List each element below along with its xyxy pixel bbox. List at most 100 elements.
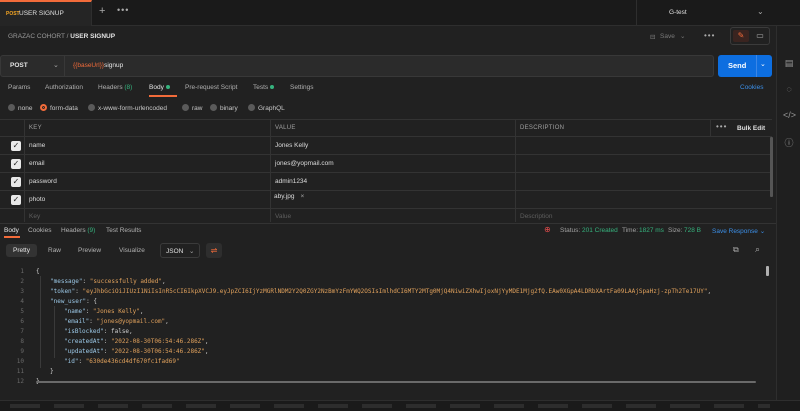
table-cell-key[interactable]: name bbox=[29, 142, 45, 149]
horizontal-scrollbar[interactable] bbox=[36, 381, 756, 383]
code-line: "name": "Jones Kelly", bbox=[64, 308, 144, 315]
new-tab-plus-icon[interactable]: + bbox=[99, 5, 105, 17]
json-key: "new_user" bbox=[50, 298, 87, 305]
copy-icon[interactable]: ⧉ bbox=[733, 245, 739, 255]
radio-raw-label: raw bbox=[192, 105, 203, 112]
tab-body[interactable]: Body bbox=[149, 84, 170, 91]
description-input-placeholder[interactable]: Description bbox=[520, 213, 553, 220]
response-headers-label: Headers bbox=[61, 227, 86, 234]
response-tab-cookies[interactable]: Cookies bbox=[28, 227, 51, 234]
comments-icon[interactable]: ◌ bbox=[783, 84, 795, 96]
row-checkbox[interactable]: ✓ bbox=[11, 177, 21, 187]
table-cell-key[interactable]: email bbox=[29, 160, 45, 167]
json-value: false bbox=[110, 328, 130, 335]
url-input[interactable]: {{baseUrl}}signup bbox=[73, 62, 123, 69]
radio-urlencoded[interactable]: x-www-form-urlencoded bbox=[88, 104, 167, 112]
cookies-link[interactable]: Cookies bbox=[740, 84, 763, 91]
line-number: 2 bbox=[20, 278, 24, 285]
json-value: "successfully added" bbox=[89, 278, 162, 285]
row-checkbox[interactable]: ✓ bbox=[11, 195, 21, 205]
documentation-icon[interactable]: ▤ bbox=[783, 58, 795, 70]
response-tab-body[interactable]: Body bbox=[4, 227, 19, 234]
table-cell-value[interactable]: admin1234 bbox=[275, 178, 307, 185]
radio-binary[interactable]: binary bbox=[210, 104, 238, 112]
wrap-lines-icon[interactable]: ⇌ bbox=[206, 243, 222, 258]
json-key: "updatedAt" bbox=[64, 348, 104, 355]
breadcrumb-collection[interactable]: GRAZAC COHORT bbox=[8, 33, 65, 40]
environment-selector[interactable]: G-test ⌄ bbox=[636, 0, 776, 26]
code-line: { bbox=[36, 268, 40, 275]
json-value: "2022-08-30T06:54:46.286Z" bbox=[110, 338, 205, 345]
row-checkbox[interactable]: ✓ bbox=[11, 141, 21, 151]
response-tab-test-results[interactable]: Test Results bbox=[106, 227, 141, 234]
response-tab-headers[interactable]: Headers (9) bbox=[61, 227, 95, 234]
info-icon[interactable]: ⓘ bbox=[783, 136, 795, 148]
radio-raw[interactable]: raw bbox=[182, 104, 202, 112]
table-border bbox=[0, 190, 772, 191]
radio-none[interactable]: none bbox=[8, 104, 32, 112]
format-preview[interactable]: Preview bbox=[78, 247, 101, 254]
method-select[interactable]: POST ⌄ bbox=[1, 56, 65, 76]
panel-divider[interactable] bbox=[0, 223, 776, 224]
table-border bbox=[0, 119, 772, 120]
chevron-down-icon[interactable]: ⌄ bbox=[760, 60, 766, 68]
table-cell-key[interactable]: photo bbox=[29, 196, 45, 203]
radio-icon bbox=[88, 104, 95, 111]
radio-form-data[interactable]: form-data bbox=[40, 104, 78, 112]
size-value[interactable]: 728 B bbox=[684, 227, 701, 234]
vertical-scrollbar[interactable] bbox=[766, 266, 769, 276]
response-body[interactable]: 1 2 3 4 5 6 7 8 9 10 11 12 { "message": … bbox=[0, 264, 776, 385]
tab-tests[interactable]: Tests bbox=[253, 84, 275, 91]
table-cell-value[interactable]: Jones Kelly bbox=[275, 142, 308, 149]
table-divider bbox=[710, 119, 711, 136]
format-pretty[interactable]: Pretty bbox=[6, 244, 37, 257]
bulk-edit-button[interactable]: Bulk Edit bbox=[737, 125, 765, 132]
close-icon[interactable]: × bbox=[300, 193, 304, 200]
size-label: Size: bbox=[668, 227, 683, 234]
method-label: POST bbox=[10, 62, 28, 69]
code-icon[interactable]: </> bbox=[783, 110, 796, 122]
language-select[interactable]: JSON ⌄ bbox=[160, 243, 200, 258]
tab-params[interactable]: Params bbox=[8, 84, 30, 91]
key-input-placeholder[interactable]: Key bbox=[29, 213, 40, 220]
code-line: "token": "eyJhbGciOiJIUzI1NiIsInR5cCI6Ik… bbox=[50, 288, 712, 295]
tab-headers[interactable]: Headers (8) bbox=[98, 84, 132, 91]
format-visualize[interactable]: Visualize bbox=[119, 247, 145, 254]
time-value[interactable]: 1827 ms bbox=[639, 227, 664, 234]
table-cell-value[interactable]: jones@yopmail.com bbox=[275, 160, 334, 167]
status-value[interactable]: 201 Created bbox=[582, 227, 618, 234]
tab-more-icon[interactable]: ••• bbox=[117, 5, 129, 15]
tab-pre-request-script[interactable]: Pre-request Script bbox=[185, 84, 237, 91]
more-options-icon[interactable]: ••• bbox=[716, 122, 727, 131]
request-tab[interactable]: POST USER SIGNUP bbox=[0, 0, 92, 26]
json-value: "2022-08-30T06:54:46.286Z" bbox=[110, 348, 205, 355]
column-header-key: KEY bbox=[29, 125, 42, 131]
save-label: Save bbox=[660, 33, 675, 40]
json-value: "630de436cd4df670fc1fad69" bbox=[85, 358, 180, 365]
tab-authorization[interactable]: Authorization bbox=[45, 84, 83, 91]
radio-graphql[interactable]: GraphQL bbox=[248, 104, 285, 112]
url-bar: POST ⌄ {{baseUrl}}signup bbox=[0, 55, 714, 77]
value-input-placeholder[interactable]: Value bbox=[275, 213, 291, 220]
document-icon[interactable]: ▭ bbox=[753, 30, 767, 42]
send-button[interactable]: Send ⌄ bbox=[718, 55, 772, 77]
search-icon[interactable]: ⌕ bbox=[755, 244, 760, 255]
save-response-button[interactable]: Save Response ⌄ bbox=[712, 227, 765, 235]
radio-urlencoded-label: x-www-form-urlencoded bbox=[98, 105, 167, 112]
active-tab-indicator bbox=[149, 95, 177, 97]
tab-settings[interactable]: Settings bbox=[290, 84, 314, 91]
radio-none-label: none bbox=[18, 105, 33, 112]
file-chip[interactable]: aby.jpg × bbox=[274, 193, 304, 200]
format-raw[interactable]: Raw bbox=[48, 247, 61, 254]
globe-icon[interactable]: ⊕ bbox=[544, 225, 551, 234]
more-options-icon[interactable]: ••• bbox=[704, 31, 715, 40]
chevron-down-icon: ⌄ bbox=[680, 33, 686, 40]
table-cell-key[interactable]: password bbox=[29, 178, 57, 185]
table-scrollbar[interactable] bbox=[770, 137, 773, 197]
save-button[interactable]: ⊟ Save ⌄ bbox=[648, 29, 686, 44]
row-checkbox[interactable]: ✓ bbox=[11, 159, 21, 169]
json-value: "jones@yopmail.com" bbox=[96, 318, 166, 325]
status-dot-icon bbox=[165, 85, 170, 90]
pencil-icon[interactable]: ✎ bbox=[733, 30, 749, 42]
table-divider bbox=[515, 119, 516, 222]
